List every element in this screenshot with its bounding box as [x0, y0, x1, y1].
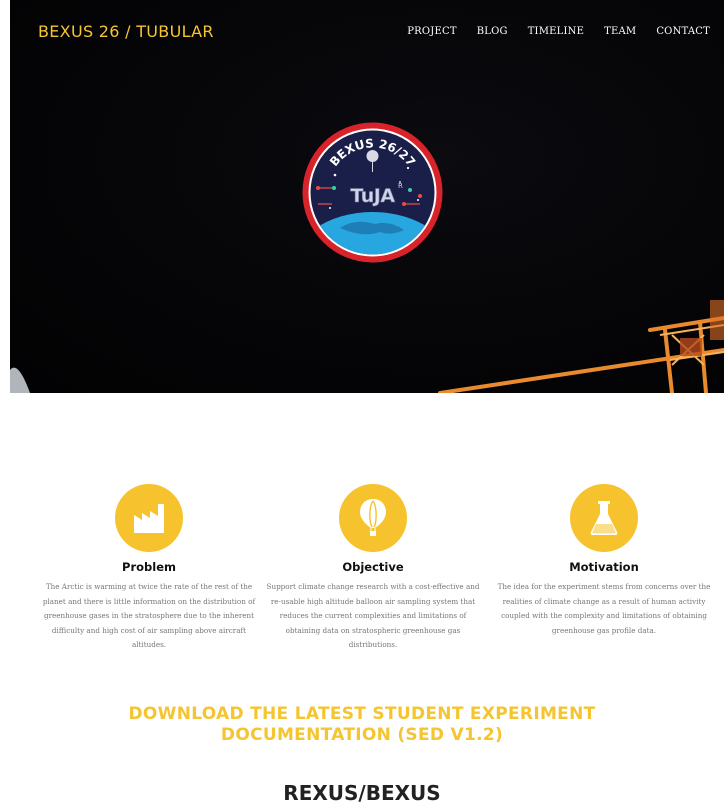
feature-objective: Objective Support climate change researc…: [262, 484, 484, 653]
section-title: REXUS/BEXUS: [283, 781, 441, 805]
cta-line-2: DOCUMENTATION (SED V1.2): [220, 725, 504, 745]
flask-icon: [570, 484, 638, 552]
main-nav: PROJECT BLOG TIMELINE TEAM CONTACT: [407, 26, 710, 37]
feature-description: Support climate change research with a c…: [266, 582, 480, 650]
nav-item-timeline[interactable]: TIMELINE: [528, 26, 584, 37]
nav-item-team[interactable]: TEAM: [604, 26, 636, 37]
feature-title: Motivation: [569, 560, 639, 574]
nav-item-contact[interactable]: CONTACT: [656, 26, 710, 37]
feature-problem: Problem The Arctic is warming at twice t…: [38, 484, 260, 653]
cta-line-1: DOWNLOAD THE LATEST STUDENT EXPERIMENT: [128, 704, 596, 724]
factory-icon: [115, 484, 183, 552]
mission-patch-logo: TuJA R BEXUS 26/27: [302, 122, 443, 263]
feature-description: The Arctic is warming at twice the rate …: [42, 582, 256, 650]
feature-motivation: Motivation The idea for the experiment s…: [493, 484, 715, 638]
download-sed-link[interactable]: DOWNLOAD THE LATEST STUDENT EXPERIMENT D…: [0, 704, 724, 746]
nav-item-project[interactable]: PROJECT: [407, 26, 457, 37]
feature-title: Problem: [122, 560, 176, 574]
site-logo-link[interactable]: BEXUS 26 / TUBULAR: [38, 22, 214, 41]
svg-text:TuJA: TuJA: [350, 185, 395, 207]
hero-banner: BEXUS 26 / TUBULAR PROJECT BLOG TIMELINE…: [10, 0, 724, 393]
balloon-icon: [339, 484, 407, 552]
feature-description: The idea for the experiment stems from c…: [497, 582, 711, 635]
feature-title: Objective: [342, 560, 404, 574]
svg-text:R: R: [398, 182, 403, 190]
nav-item-blog[interactable]: BLOG: [477, 26, 508, 37]
